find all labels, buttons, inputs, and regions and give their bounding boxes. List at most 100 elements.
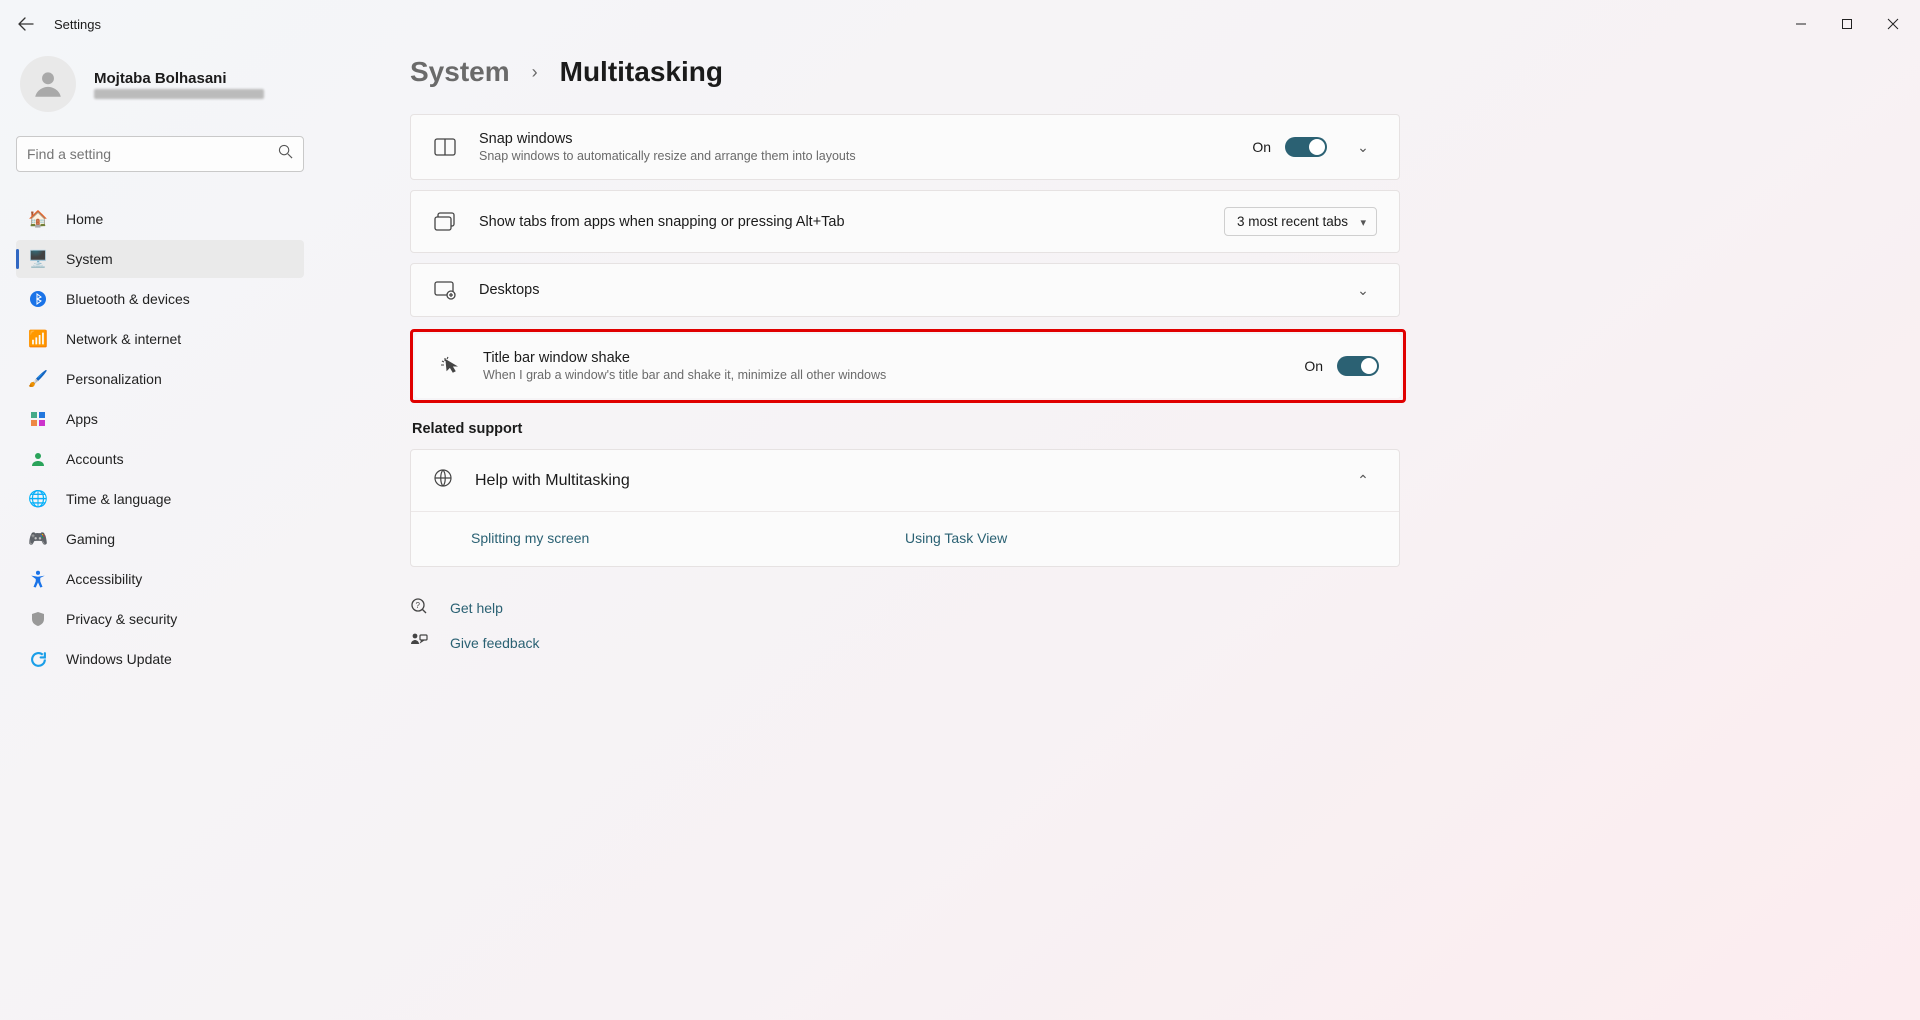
nav-list: 🏠 Home 🖥️ System Bluetooth & devices 📶 N… bbox=[16, 200, 304, 678]
search-icon bbox=[278, 144, 293, 164]
search-box[interactable] bbox=[16, 136, 304, 172]
shield-icon bbox=[28, 609, 48, 629]
accessibility-icon bbox=[28, 569, 48, 589]
give-feedback-link[interactable]: Give feedback bbox=[410, 632, 1896, 653]
bluetooth-icon bbox=[28, 289, 48, 309]
link-label: Get help bbox=[450, 600, 503, 616]
card-title: Desktops bbox=[479, 282, 1327, 298]
tabs-dropdown[interactable]: 3 most recent tabs bbox=[1224, 207, 1377, 236]
nav-label: Apps bbox=[66, 411, 98, 427]
update-icon bbox=[28, 649, 48, 669]
minimize-button[interactable] bbox=[1778, 2, 1824, 46]
home-icon: 🏠 bbox=[28, 209, 48, 229]
nav-apps[interactable]: Apps bbox=[16, 400, 304, 438]
toggle-state: On bbox=[1304, 358, 1323, 374]
card-subtitle: When I grab a window's title bar and sha… bbox=[483, 368, 1282, 382]
tabs-icon bbox=[433, 212, 457, 232]
globe-icon bbox=[433, 468, 453, 493]
feedback-icon bbox=[410, 632, 432, 653]
card-title: Show tabs from apps when snapping or pre… bbox=[479, 214, 1202, 230]
close-button[interactable] bbox=[1870, 2, 1916, 46]
account-name: Mojtaba Bolhasani bbox=[94, 70, 264, 87]
card-title: Snap windows bbox=[479, 131, 1230, 147]
snap-windows-card[interactable]: Snap windows Snap windows to automatical… bbox=[410, 114, 1400, 180]
avatar bbox=[20, 56, 76, 112]
nav-label: Accessibility bbox=[66, 571, 142, 587]
snap-layout-icon bbox=[433, 138, 457, 156]
help-links: Splitting my screen Using Task View bbox=[411, 511, 1399, 566]
desktops-card[interactable]: Desktops ⌄ bbox=[410, 263, 1400, 317]
account-block[interactable]: Mojtaba Bolhasani bbox=[16, 52, 304, 130]
nav-label: Gaming bbox=[66, 531, 115, 547]
nav-label: Privacy & security bbox=[66, 611, 177, 627]
nav-system[interactable]: 🖥️ System bbox=[16, 240, 304, 278]
nav-accessibility[interactable]: Accessibility bbox=[16, 560, 304, 598]
breadcrumb: System › Multitasking bbox=[410, 56, 1896, 88]
nav-network[interactable]: 📶 Network & internet bbox=[16, 320, 304, 358]
page-title: Multitasking bbox=[560, 56, 723, 88]
window-controls bbox=[1778, 2, 1916, 46]
nav-home[interactable]: 🏠 Home bbox=[16, 200, 304, 238]
shake-toggle[interactable]: On bbox=[1304, 356, 1379, 376]
main-content: System › Multitasking Snap windows Snap … bbox=[410, 52, 1896, 653]
toggle-track bbox=[1337, 356, 1379, 376]
gamepad-icon: 🎮 bbox=[28, 529, 48, 549]
card-title: Title bar window shake bbox=[483, 350, 1282, 366]
nav-label: Windows Update bbox=[66, 651, 172, 667]
help-expander[interactable]: Help with Multitasking ⌃ bbox=[411, 450, 1399, 511]
back-button[interactable] bbox=[4, 2, 48, 46]
sidebar: Mojtaba Bolhasani 🏠 Home 🖥️ System Bluet… bbox=[0, 52, 320, 678]
help-link-taskview[interactable]: Using Task View bbox=[905, 530, 1007, 546]
maximize-button[interactable] bbox=[1824, 2, 1870, 46]
help-title: Help with Multitasking bbox=[475, 472, 1327, 490]
chevron-down-icon[interactable]: ⌄ bbox=[1349, 139, 1377, 156]
toggle-track bbox=[1285, 137, 1327, 157]
nav-personalization[interactable]: 🖌️ Personalization bbox=[16, 360, 304, 398]
nav-label: Home bbox=[66, 211, 103, 227]
footer-links: ? Get help Give feedback bbox=[410, 597, 1896, 653]
arrow-left-icon bbox=[18, 16, 34, 32]
get-help-link[interactable]: ? Get help bbox=[410, 597, 1896, 618]
brush-icon: 🖌️ bbox=[28, 369, 48, 389]
window-title: Settings bbox=[54, 17, 101, 32]
nav-windows-update[interactable]: Windows Update bbox=[16, 640, 304, 678]
search-input[interactable] bbox=[27, 146, 278, 162]
related-support-heading: Related support bbox=[412, 421, 1896, 437]
system-icon: 🖥️ bbox=[28, 249, 48, 269]
nav-label: Personalization bbox=[66, 371, 162, 387]
chevron-up-icon: ⌃ bbox=[1349, 472, 1377, 489]
nav-label: Network & internet bbox=[66, 331, 181, 347]
title-bar-shake-card[interactable]: Title bar window shake When I grab a win… bbox=[415, 334, 1401, 398]
nav-gaming[interactable]: 🎮 Gaming bbox=[16, 520, 304, 558]
card-subtitle: Snap windows to automatically resize and… bbox=[479, 149, 1230, 163]
help-link-splitting[interactable]: Splitting my screen bbox=[471, 530, 589, 546]
link-label: Give feedback bbox=[450, 635, 540, 651]
alt-tab-tabs-card[interactable]: Show tabs from apps when snapping or pre… bbox=[410, 190, 1400, 253]
breadcrumb-parent[interactable]: System bbox=[410, 56, 510, 88]
chevron-right-icon: › bbox=[532, 62, 538, 83]
help-icon: ? bbox=[410, 597, 432, 618]
help-card: Help with Multitasking ⌃ Splitting my sc… bbox=[410, 449, 1400, 567]
toggle-state: On bbox=[1252, 139, 1271, 155]
nav-label: System bbox=[66, 251, 113, 267]
nav-accounts[interactable]: Accounts bbox=[16, 440, 304, 478]
snap-toggle[interactable]: On bbox=[1252, 137, 1327, 157]
wifi-icon: 📶 bbox=[28, 329, 48, 349]
dropdown-value: 3 most recent tabs bbox=[1237, 214, 1348, 229]
chevron-down-icon[interactable]: ⌄ bbox=[1349, 282, 1377, 299]
account-email-redacted bbox=[94, 89, 264, 99]
nav-label: Bluetooth & devices bbox=[66, 291, 190, 307]
globe-clock-icon: 🌐 bbox=[28, 489, 48, 509]
cursor-shake-icon bbox=[437, 356, 461, 376]
highlight-annotation: Title bar window shake When I grab a win… bbox=[410, 329, 1406, 403]
desktops-icon bbox=[433, 280, 457, 300]
nav-bluetooth[interactable]: Bluetooth & devices bbox=[16, 280, 304, 318]
nav-label: Accounts bbox=[66, 451, 124, 467]
nav-label: Time & language bbox=[66, 491, 171, 507]
svg-text:?: ? bbox=[416, 601, 421, 610]
apps-icon bbox=[28, 409, 48, 429]
person-icon bbox=[28, 449, 48, 469]
nav-time-language[interactable]: 🌐 Time & language bbox=[16, 480, 304, 518]
titlebar: Settings bbox=[0, 0, 1920, 48]
nav-privacy[interactable]: Privacy & security bbox=[16, 600, 304, 638]
